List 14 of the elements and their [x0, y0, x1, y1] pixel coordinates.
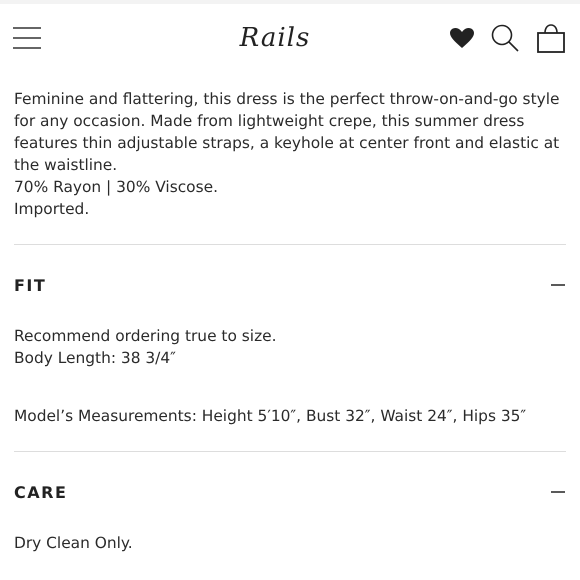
- detail-text: Recommend ordering true to size.: [14, 326, 278, 347]
- description-text: Feminine and flattering, this dress is the perfect throw-on-and-go style for any occasion. Made from lightweight crepe, this summer dress features thin adjustable straps, a keyhole at center front and elastic at the waistline.: [14, 89, 560, 176]
- description-text: 70% Rayon | 30% Viscose.: [14, 177, 219, 198]
- section-title[interactable]: CARE: [14, 482, 68, 502]
- shopping-bag-icon[interactable]: [536, 23, 566, 53]
- search-icon[interactable]: [491, 24, 520, 52]
- menu-icon[interactable]: [13, 27, 41, 49]
- description-text: Imported.: [14, 199, 90, 220]
- detail-text: Body Length: 38 3/4″: [14, 348, 177, 369]
- section-title[interactable]: FIT: [14, 276, 46, 294]
- brand-logo[interactable]: Rails: [240, 23, 310, 53]
- heart-icon[interactable]: [449, 27, 475, 49]
- detail-text: Dry Clean Only.: [14, 533, 134, 554]
- detail-text: Model’s Measurements: Height 5′10″, Bust 32″, Waist 24″, Hips 35″: [14, 406, 528, 427]
